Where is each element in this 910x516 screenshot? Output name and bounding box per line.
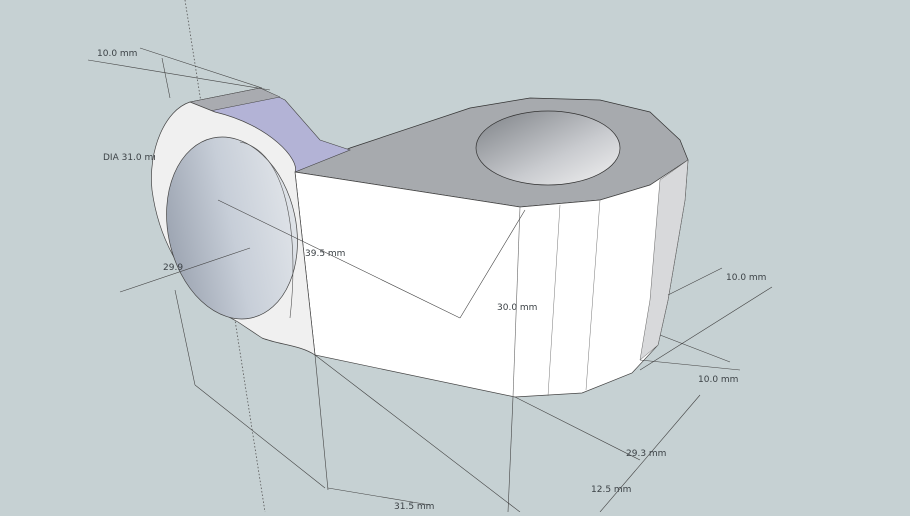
dimension-block-height: 30.0 mm <box>497 303 538 313</box>
dimension-ring-height: 29.9 <box>163 263 184 273</box>
dimension-right-depth: 10.0 mm <box>698 375 739 385</box>
dimension-right-width: 10.0 mm <box>726 273 767 283</box>
mounting-hole <box>475 110 621 186</box>
dimension-total-length: 31.5 mm <box>394 502 435 512</box>
3d-viewport[interactable]: 10.0 mm DIA 31.0 mm 29.9 39.5 mm 30.0 mm… <box>0 0 910 513</box>
model-canvas[interactable] <box>0 0 910 513</box>
dimension-base-length: 29.3 mm <box>626 449 667 459</box>
dimension-diagonal: 39.5 mm <box>305 249 346 259</box>
dimension-base-offset: 12.5 mm <box>591 485 632 495</box>
dimension-ring-width: 10.0 mm <box>97 49 138 59</box>
dimension-ring-diameter: DIA 31.0 mm <box>103 153 155 163</box>
